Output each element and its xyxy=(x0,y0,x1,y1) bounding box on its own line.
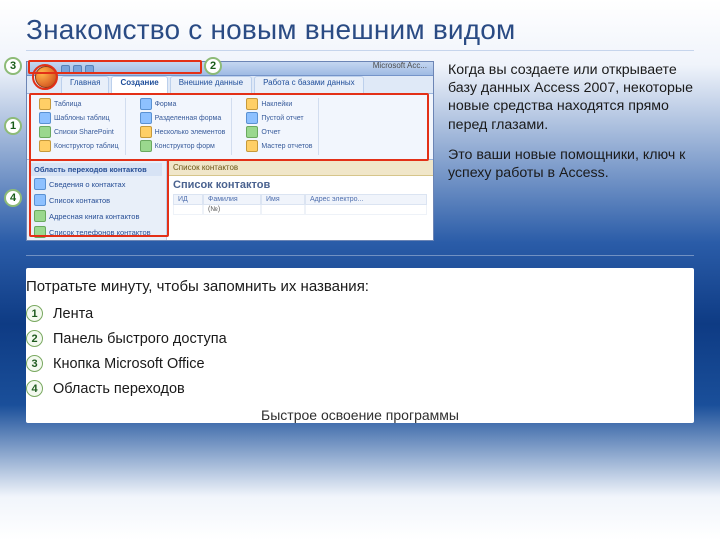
page-title: Знакомство с новым внешним видом xyxy=(26,14,694,46)
legend-badge: 4 xyxy=(26,380,43,397)
legend-badge: 1 xyxy=(26,305,43,322)
highlight-nav-pane xyxy=(29,159,169,237)
paragraph-1: Когда вы создаете или открываете базу да… xyxy=(448,61,694,134)
legend-label: Область переходов xyxy=(53,381,185,397)
section-divider xyxy=(26,255,694,256)
callout-1: 1 xyxy=(4,117,22,135)
document-tab: Список контактов xyxy=(167,160,433,176)
screenshot-thumbnail: Microsoft Acc... Главная Создание Внешни… xyxy=(26,61,434,241)
prompt-text: Потратьте минуту, чтобы запомнить их наз… xyxy=(26,278,694,295)
side-text: Когда вы создаете или открываете базу да… xyxy=(448,61,694,194)
paragraph-2: Это ваши новые помощники, ключ к успеху … xyxy=(448,146,694,182)
callout-3: 3 xyxy=(4,57,22,75)
title-rule xyxy=(26,50,694,51)
highlight-ribbon xyxy=(29,93,429,161)
highlight-office-button xyxy=(32,64,58,90)
legend-label: Лента xyxy=(53,306,93,322)
document-title: Список контактов xyxy=(167,176,433,194)
legend-item-3: 3 Кнопка Microsoft Office xyxy=(26,355,694,372)
callout-2: 2 xyxy=(204,57,222,75)
legend-item-2: 2 Панель быстрого доступа xyxy=(26,330,694,347)
data-grid: ИД Фамилия Имя Адрес электро... (№) xyxy=(167,194,433,219)
legend-label: Кнопка Microsoft Office xyxy=(53,356,205,372)
legend-item-4: 4 Область переходов xyxy=(26,380,694,397)
legend-item-1: 1 Лента xyxy=(26,305,694,322)
legend-list: 1 Лента 2 Панель быстрого доступа 3 Кнопка … xyxy=(26,305,694,397)
callout-4: 4 xyxy=(4,189,22,207)
ribbon-tab: Работа с базами данных xyxy=(254,76,364,93)
legend-label: Панель быстрого доступа xyxy=(53,331,227,347)
legend-badge: 3 xyxy=(26,355,43,372)
ribbon-tab: Создание xyxy=(111,76,167,93)
ribbon-tab: Главная xyxy=(61,76,109,93)
footer-text: Быстрое освоение программы xyxy=(26,407,694,423)
legend-badge: 2 xyxy=(26,330,43,347)
app-name: Microsoft Acc... xyxy=(373,61,427,70)
ribbon-tab: Внешние данные xyxy=(170,76,252,93)
